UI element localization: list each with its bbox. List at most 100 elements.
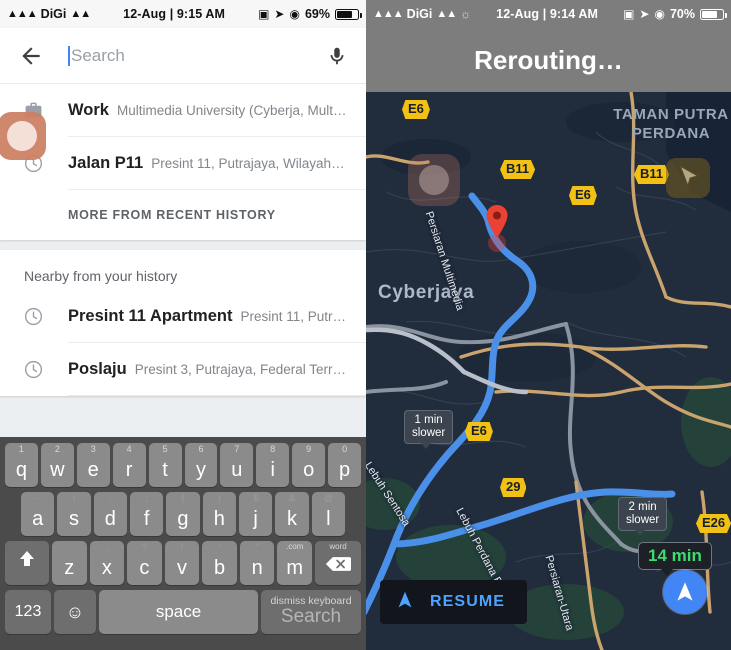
key-label: o (303, 459, 315, 481)
list-item[interactable]: Presint 11 Apartment Presint 11, Putraj… (0, 290, 366, 342)
dual-phone-screenshot: ▲▲▲ DiGi ▲▲ 12-Aug | 9:15 AM ▣ ➤ ◉ 69% S… (0, 0, 731, 650)
key-c[interactable]: ? c (127, 541, 162, 585)
key-y[interactable]: 6y (184, 443, 218, 487)
key-p[interactable]: 0p (328, 443, 362, 487)
status-bar-right-group: ▣ ➤ ◉ 69% (258, 7, 362, 21)
key-z[interactable]: .z (51, 541, 87, 585)
key-label: g (177, 508, 189, 530)
camera-icon: ▣ (258, 7, 270, 21)
highway-shield[interactable]: E6 (402, 100, 430, 119)
traffic-callout[interactable]: 2 min slower (618, 497, 668, 537)
highway-shield[interactable]: E26 (696, 514, 731, 533)
key-label: z (64, 557, 75, 579)
key-k[interactable]: & k (275, 492, 309, 536)
touch-indicator (408, 154, 460, 206)
onscreen-keyboard[interactable]: 1q 2w 3e 4r 5t 6y 7u 8i 9o 0p -a / s :d ;… (0, 437, 366, 650)
key-alt-label: ; (145, 493, 148, 503)
navigation-arrow-icon (394, 589, 416, 616)
text-caret (68, 45, 70, 66)
key-label: a (32, 508, 44, 530)
battery-icon (335, 8, 362, 20)
key-g[interactable]: (g (166, 492, 200, 536)
key-label: i (270, 459, 275, 481)
list-item-subtitle: Multimedia University (Cyberja, Mult… (116, 102, 347, 118)
back-arrow-icon[interactable] (18, 43, 44, 69)
key-d[interactable]: :d (93, 492, 127, 536)
eta-badge[interactable]: 14 min (638, 542, 712, 576)
key-label: u (231, 459, 243, 481)
key-label: n (251, 557, 263, 579)
list-item-subtitle: Presint 11, Putraj… (240, 308, 348, 324)
key-j[interactable]: $ j (238, 492, 273, 536)
key-e[interactable]: 3e (76, 443, 110, 487)
traffic-callout-line2: slower (626, 514, 660, 527)
list-item-title: Work (68, 100, 109, 119)
key-alt-label: @ (323, 493, 333, 503)
key-alt-label: 5 (162, 444, 168, 454)
list-item-text: Work Multimedia University (Cyberja, Mul… (68, 101, 347, 120)
key-x[interactable]: ,x (89, 541, 125, 585)
highway-shield[interactable]: E6 (465, 422, 493, 441)
key-a[interactable]: -a (21, 492, 55, 536)
cellular-signal-icon-2: ▲▲ (70, 8, 91, 20)
search-key[interactable]: dismiss keyboard Search (261, 590, 361, 634)
key-alt-label: : (109, 493, 112, 503)
touch-indicator (0, 112, 46, 160)
resume-button-label: RESUME (430, 593, 506, 610)
list-item[interactable]: Jalan P11 Presint 11, Putrajaya, Wilayah… (0, 137, 366, 189)
search-input[interactable]: Search (68, 45, 326, 66)
traffic-callout[interactable]: 1 min slower (404, 410, 454, 450)
key-alt-label: 2 (54, 444, 60, 454)
numeric-key[interactable]: 123 (5, 590, 51, 634)
microphone-icon[interactable] (326, 45, 348, 67)
key-label: e (87, 459, 99, 481)
status-bar-left-group: ▲▲▲ DiGi ▲▲ ☼ (373, 7, 471, 21)
key-w[interactable]: 2w (40, 443, 74, 487)
carrier-label: DiGi (406, 7, 433, 21)
space-key[interactable]: · space (99, 590, 258, 634)
location-arrow-icon: ➤ (274, 7, 285, 21)
key-alt-label: . (68, 542, 71, 552)
list-item[interactable]: Poslaju Presint 3, Putrajaya, Federal Te… (0, 343, 366, 395)
shift-key[interactable] (4, 541, 49, 585)
list-item-text: Jalan P11 Presint 11, Putrajaya, Wilayah… (68, 154, 345, 173)
key-b[interactable]: ' b (202, 541, 237, 585)
key-n[interactable]: " n (239, 541, 275, 585)
key-o[interactable]: 9o (292, 443, 326, 487)
resume-button[interactable]: RESUME (380, 580, 528, 624)
key-m[interactable]: .com m (277, 541, 313, 585)
search-bar[interactable]: Search (0, 28, 366, 84)
key-alt-label: & (288, 493, 295, 503)
status-bar-right-group: ▣ ➤ ◉ 70% (623, 7, 727, 21)
navigation-puck-icon[interactable] (663, 570, 707, 614)
numeric-key-label: 123 (14, 603, 42, 620)
key-q[interactable]: 1q (4, 443, 38, 487)
emoji-key[interactable]: ☺ (54, 590, 96, 634)
key-label: d (104, 508, 116, 530)
highway-shield[interactable]: B11 (634, 165, 670, 184)
key-v[interactable]: ! v (164, 541, 200, 585)
traffic-callout-line1: 2 min (628, 501, 657, 513)
key-label: y (195, 459, 206, 481)
key-alt-label: 6 (198, 444, 204, 454)
key-h[interactable]: ) h (202, 492, 236, 536)
highway-shield[interactable]: B11 (500, 160, 536, 179)
key-f[interactable]: ; f (130, 492, 164, 536)
key-r[interactable]: 4r (112, 443, 146, 487)
key-t[interactable]: 5t (148, 443, 182, 487)
more-from-recent-history-button[interactable]: MORE FROM RECENT HISTORY (0, 190, 366, 240)
list-item[interactable]: Work Multimedia University (Cyberja, Mul… (0, 84, 366, 136)
highway-shield[interactable]: 29 (500, 478, 527, 497)
key-l[interactable]: @ l (311, 492, 345, 536)
key-u[interactable]: 7u (220, 443, 254, 487)
highway-shield[interactable]: E6 (569, 186, 597, 205)
traffic-callout-line2: slower (412, 427, 446, 440)
battery-icon (700, 8, 727, 20)
cellular-signal-icon-2: ▲▲ (436, 8, 457, 20)
backspace-key[interactable]: word (315, 541, 362, 585)
key-i[interactable]: 8i (256, 443, 290, 487)
map-view[interactable]: TAMAN PUTRA PERDANA Cyberjaya Persiaran M… (366, 92, 731, 650)
list-item-title: Poslaju (68, 359, 127, 378)
key-s[interactable]: / s (57, 492, 91, 536)
key-alt-label: 7 (234, 444, 240, 454)
